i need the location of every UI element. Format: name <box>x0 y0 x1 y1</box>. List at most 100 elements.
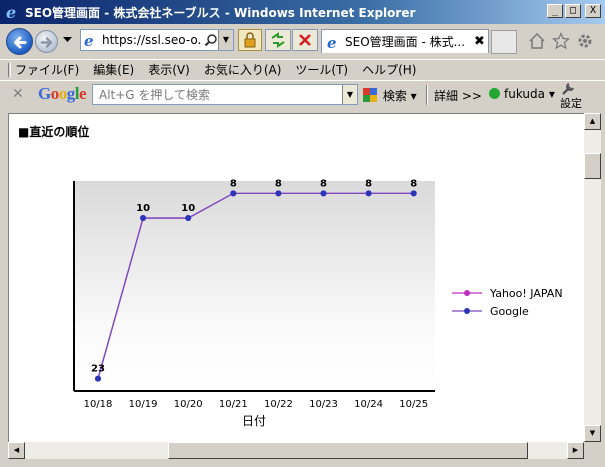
favorites-star-icon[interactable] <box>552 32 570 50</box>
data-point <box>275 190 282 197</box>
menu-view[interactable]: 表示(V) <box>148 61 190 78</box>
data-point <box>185 215 192 222</box>
search-dropdown[interactable]: ▼ <box>342 85 357 104</box>
vertical-scrollbar[interactable]: ▲ ▼ <box>584 113 601 442</box>
x-tick-label: 10/24 <box>354 399 383 410</box>
legend-marker <box>464 308 470 314</box>
forward-arrow-icon <box>40 37 53 48</box>
browser-content-area: ■直近の順位 10/18 10/19 10/20 10/21 10/22 10/23 10/… <box>0 108 605 467</box>
scroll-up-button[interactable]: ▲ <box>584 113 601 130</box>
google-search-box[interactable]: ▼ <box>92 84 358 105</box>
ie-page-icon: e <box>84 32 94 48</box>
x-tick-label: 10/23 <box>309 399 338 410</box>
back-button[interactable] <box>6 28 33 55</box>
recent-pages-dropdown[interactable] <box>63 36 72 46</box>
google-g-icon <box>363 88 377 102</box>
data-label: 10 <box>181 203 195 214</box>
navigation-bar: e https://ssl.seo-o... ▼ e SEO管理画面 - 株式.… <box>0 24 605 59</box>
scrollbar-corner <box>584 442 601 459</box>
scroll-left-button[interactable]: ◀ <box>8 442 25 459</box>
data-label: 8 <box>230 178 237 189</box>
stop-button[interactable] <box>292 29 318 51</box>
details-button[interactable]: 詳細 >> <box>434 87 482 104</box>
vertical-scroll-thumb[interactable] <box>584 153 601 179</box>
menu-favorites[interactable]: お気に入り(A) <box>204 61 282 78</box>
data-label: 8 <box>410 178 417 189</box>
google-search-button[interactable]: 検索 ▾ <box>363 87 417 104</box>
ranking-line-chart: 10/18 10/19 10/20 10/21 10/22 10/23 10/24 10/25… <box>73 178 563 428</box>
chevron-down-icon <box>63 37 72 42</box>
new-tab-button[interactable] <box>491 30 517 54</box>
wrench-icon <box>562 82 575 95</box>
data-point <box>140 215 147 222</box>
google-logo[interactable]: Google <box>38 84 87 104</box>
x-tick-label: 10/25 <box>399 399 428 410</box>
data-label: 8 <box>275 178 282 189</box>
ie-page-icon: e <box>327 34 337 50</box>
tab-label: SEO管理画面 - 株式... <box>345 35 466 49</box>
online-status-icon <box>489 88 500 99</box>
menu-tools[interactable]: ツール(T) <box>295 61 348 78</box>
ie-logo-icon: e <box>6 4 16 20</box>
x-tick-label: 10/18 <box>84 399 113 410</box>
plot-area <box>74 181 435 391</box>
data-point <box>95 375 101 382</box>
x-tick-label: 10/19 <box>129 399 158 410</box>
close-tab-icon[interactable]: ✖ <box>474 34 485 49</box>
maximize-button[interactable]: □ <box>565 4 581 18</box>
data-point <box>230 190 237 197</box>
scroll-right-button[interactable]: ▶ <box>567 442 584 459</box>
close-window-button[interactable]: X <box>585 4 601 18</box>
menu-edit[interactable]: 編集(E) <box>93 61 134 78</box>
scroll-down-button[interactable]: ▼ <box>584 425 601 442</box>
google-toolbar: ✕ Google ▼ 検索 ▾ 詳細 >> fukuda ▾ 設定 <box>0 80 605 111</box>
data-label: 8 <box>365 178 372 189</box>
menu-file[interactable]: ファイル(F) <box>15 61 79 78</box>
legend-marker <box>464 290 470 296</box>
data-point <box>365 190 372 197</box>
tools-gear-icon[interactable] <box>576 32 594 50</box>
back-arrow-icon <box>14 36 27 49</box>
refresh-icon <box>271 32 285 48</box>
address-bar[interactable]: e https://ssl.seo-o... ▼ <box>80 29 234 51</box>
x-tick-label: 10/22 <box>264 399 293 410</box>
x-axis-title: 日付 <box>242 414 266 428</box>
data-label: 10 <box>136 203 150 214</box>
x-tick-label: 10/20 <box>174 399 203 410</box>
user-label: fukuda <box>504 87 545 101</box>
x-tick-label: 10/21 <box>219 399 248 410</box>
data-point <box>320 190 327 197</box>
menu-help[interactable]: ヘルプ(H) <box>362 61 416 78</box>
forward-button[interactable] <box>35 30 58 53</box>
address-dropdown[interactable]: ▼ <box>218 30 233 50</box>
legend-label: Yahoo! JAPAN <box>489 287 563 300</box>
settings-button[interactable]: 設定 <box>560 81 582 111</box>
user-account-button[interactable]: fukuda ▾ <box>489 87 555 101</box>
lock-icon <box>244 32 256 48</box>
window-title-bar[interactable]: e SEO管理画面 - 株式会社ネーブルス - Windows Internet… <box>0 0 605 24</box>
tab-seo-admin[interactable]: e SEO管理画面 - 株式... ✖ <box>321 29 489 53</box>
menu-bar: ファイル(F) 編集(E) 表示(V) お気に入り(A) ツール(T) ヘルプ(… <box>0 59 605 79</box>
address-url[interactable]: https://ssl.seo-o... <box>102 33 202 47</box>
data-label: 8 <box>320 178 327 189</box>
toolbar-grip[interactable] <box>8 62 11 77</box>
close-toolbar-icon[interactable]: ✕ <box>12 86 24 102</box>
google-search-input[interactable] <box>93 85 338 104</box>
home-icon[interactable] <box>528 32 546 50</box>
horizontal-scrollbar[interactable]: ◀ ▶ <box>8 442 584 459</box>
web-page: ■直近の順位 10/18 10/19 10/20 10/21 10/22 10/23 10/… <box>8 113 584 442</box>
svg-text:e: e <box>327 34 337 50</box>
minimize-button[interactable]: _ <box>547 4 563 18</box>
data-label: 23 <box>91 364 105 375</box>
stop-icon <box>299 34 311 46</box>
window-title: SEO管理画面 - 株式会社ネーブルス - Windows Internet E… <box>25 5 416 20</box>
svg-text:e: e <box>6 4 16 20</box>
security-lock-button[interactable] <box>238 29 262 51</box>
data-point <box>410 190 417 197</box>
svg-text:e: e <box>84 32 94 48</box>
legend-label: Google <box>490 305 529 318</box>
refresh-button[interactable] <box>265 29 291 51</box>
horizontal-scroll-thumb[interactable] <box>168 442 528 459</box>
search-icon[interactable] <box>204 33 218 47</box>
search-button-label: 検索 <box>382 89 407 103</box>
